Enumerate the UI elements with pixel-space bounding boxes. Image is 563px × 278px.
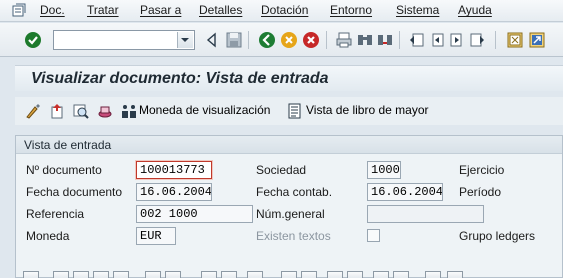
create-session-icon[interactable] [506,31,524,49]
texts-exist-label: Existen textos [256,229,331,243]
item-toolbar-button[interactable] [23,271,39,278]
menu-dotacion[interactable]: Dotación [261,3,308,17]
item-toolbar-button[interactable] [347,271,363,278]
menu-detalles[interactable]: Detalles [199,3,242,17]
menu-entorno[interactable]: Entorno [330,3,372,17]
item-toolbar-button[interactable] [247,271,263,278]
item-toolbar-button[interactable] [327,271,343,278]
menu-pasar-a[interactable]: Pasar a [140,3,181,17]
item-toolbar-button[interactable] [53,271,69,278]
display-currency-icon[interactable] [121,103,137,119]
group-header: Vista de entrada [16,136,562,154]
item-toolbar-button[interactable] [393,271,409,278]
doc-date-label: Fecha documento [26,185,123,199]
general-number-field[interactable] [367,205,484,223]
ledger-view-button[interactable]: Vista de libro de mayor [306,103,429,117]
reference-field[interactable]: 002 1000 [136,205,253,223]
company-field[interactable]: 1000 [367,161,401,179]
cancel-icon[interactable] [302,31,320,49]
item-toolbar-button[interactable] [281,271,297,278]
find-next-icon[interactable] [376,31,394,49]
menu-sistema[interactable]: Sistema [396,3,439,17]
toolbar-separator [399,31,400,49]
exit-icon[interactable] [280,31,298,49]
period-label: Período [459,185,502,199]
previous-page-icon[interactable] [428,31,446,49]
texts-exist-checkbox[interactable] [367,229,380,242]
item-toolbar-button[interactable] [425,271,441,278]
chevron-down-icon [181,38,189,42]
currency-label: Moneda [26,229,70,243]
doc-number-label: Nº documento [26,163,102,177]
doc-number-field[interactable]: 100013773 [136,161,212,179]
enter-checkmark-icon[interactable] [24,31,42,49]
display-search-icon[interactable] [73,103,89,119]
doc-date-field[interactable]: 16.06.2004 [136,183,212,201]
command-field[interactable] [53,30,195,50]
command-dropdown-button[interactable] [177,32,193,48]
title-bar: Visualizar documento: Vista de entrada [15,65,563,91]
currency-field[interactable]: EUR [136,227,176,245]
next-page-icon[interactable] [448,31,466,49]
company-label: Sociedad [256,163,307,177]
system-toolbar [0,23,563,57]
save-icon[interactable] [225,31,243,49]
reference-label: Referencia [26,207,85,221]
posting-date-field[interactable]: 16.06.2004 [367,183,443,201]
first-page-icon[interactable] [408,31,426,49]
group-title: Vista de entrada [24,138,112,152]
item-toolbar-button[interactable] [145,271,161,278]
taxes-icon[interactable] [97,103,113,119]
item-toolbar [15,270,563,278]
toolbar-separator [326,31,327,49]
menu-tratar[interactable]: Tratar [87,3,119,17]
menu-doc[interactable]: Doc. [40,3,65,17]
general-number-label: Núm.general [256,207,325,221]
menu-ayuda[interactable]: Ayuda [458,3,492,17]
item-toolbar-button[interactable] [373,271,389,278]
other-document-icon[interactable] [49,103,65,119]
find-icon[interactable] [356,31,374,49]
collapse-triangle-icon[interactable] [203,31,221,49]
ledger-group-label: Grupo ledgers [459,229,536,243]
toolbar-separator [495,31,496,49]
item-toolbar-button[interactable] [221,271,237,278]
system-menu-icon[interactable] [12,3,27,17]
print-icon[interactable] [335,31,353,49]
display-currency-button[interactable]: Moneda de visualización [139,103,270,117]
item-toolbar-button[interactable] [93,271,109,278]
toolbar-separator [248,31,249,49]
item-toolbar-button[interactable] [301,271,317,278]
ledger-view-icon[interactable] [287,103,303,119]
change-display-icon[interactable] [25,103,41,119]
last-page-icon[interactable] [468,31,486,49]
shortcut-icon[interactable] [528,31,546,49]
fiscal-year-label: Ejercicio [459,163,505,177]
item-toolbar-button[interactable] [447,271,463,278]
entry-view-group: Vista de entrada Nº documento 100013773 … [15,135,563,278]
item-toolbar-button[interactable] [165,271,181,278]
item-toolbar-button[interactable] [201,271,217,278]
menu-bar: Doc. Tratar Pasar a Detalles Dotación En… [0,0,563,22]
item-toolbar-button[interactable] [73,271,89,278]
application-toolbar: Moneda de visualización Vista de libro d… [15,97,563,125]
posting-date-label: Fecha contab. [256,185,333,199]
page-title: Visualizar documento: Vista de entrada [31,70,329,87]
back-icon[interactable] [258,31,276,49]
item-toolbar-button[interactable] [113,271,129,278]
